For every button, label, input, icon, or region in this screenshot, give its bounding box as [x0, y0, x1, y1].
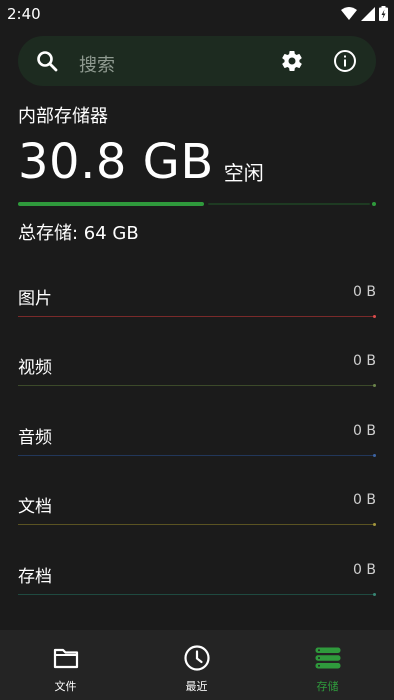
total-storage: 总存储: 64 GB — [18, 223, 139, 244]
storage-usage-bar — [18, 202, 376, 206]
status-bar: 2:40 — [0, 0, 394, 28]
bottom-nav: 文件 最近 存储 — [0, 630, 394, 700]
category-bar-end — [373, 315, 376, 318]
category-videos[interactable]: 视频 0 B — [18, 353, 376, 393]
info-icon[interactable] — [333, 49, 357, 73]
free-space-value: 30.8 GB — [18, 134, 214, 190]
storage-title: 内部存储器 — [18, 106, 108, 127]
category-bar-end — [373, 384, 376, 387]
category-bar-end — [373, 454, 376, 457]
storage-usage-remaining — [208, 203, 370, 205]
storage-usage-fill — [18, 202, 204, 206]
nav-recent[interactable]: 最近 — [131, 630, 262, 700]
category-size: 0 B — [353, 423, 376, 439]
category-label: 文档 — [18, 497, 52, 517]
nav-recent-label: 最近 — [185, 680, 208, 693]
category-label: 图片 — [18, 289, 52, 309]
category-documents[interactable]: 文档 0 B — [18, 492, 376, 532]
clock-icon — [184, 645, 210, 671]
category-bar — [18, 594, 376, 595]
category-bar — [18, 455, 376, 456]
search-input[interactable]: 搜索 — [79, 51, 115, 77]
signal-icon — [361, 6, 375, 21]
storage-icon — [315, 647, 341, 669]
category-archives[interactable]: 存档 0 B — [18, 562, 376, 602]
search-icon[interactable] — [36, 50, 58, 72]
status-time: 2:40 — [7, 5, 41, 23]
category-size: 0 B — [353, 562, 376, 578]
nav-files-label: 文件 — [54, 680, 77, 693]
category-bar — [18, 316, 376, 317]
gear-icon[interactable] — [280, 49, 304, 73]
category-label: 音频 — [18, 428, 52, 448]
status-icons — [341, 6, 388, 21]
category-label: 视频 — [18, 358, 52, 378]
nav-storage-label: 存储 — [316, 680, 339, 693]
category-size: 0 B — [353, 492, 376, 508]
wifi-icon — [341, 6, 357, 20]
battery-icon — [379, 6, 388, 21]
category-bar — [18, 385, 376, 386]
category-size: 0 B — [353, 284, 376, 300]
free-space-row: 30.8 GB 空闲 — [18, 132, 264, 192]
category-size: 0 B — [353, 353, 376, 369]
storage-usage-end — [372, 202, 376, 206]
nav-storage[interactable]: 存储 — [262, 630, 393, 700]
folder-icon — [53, 648, 79, 669]
search-bar[interactable]: 搜索 — [18, 36, 376, 86]
category-audio[interactable]: 音频 0 B — [18, 423, 376, 463]
free-space-label: 空闲 — [223, 161, 264, 185]
category-images[interactable]: 图片 0 B — [18, 284, 376, 324]
category-bar — [18, 524, 376, 525]
category-bar-end — [373, 523, 376, 526]
nav-files[interactable]: 文件 — [0, 630, 131, 700]
category-bar-end — [373, 593, 376, 596]
category-label: 存档 — [18, 567, 52, 587]
